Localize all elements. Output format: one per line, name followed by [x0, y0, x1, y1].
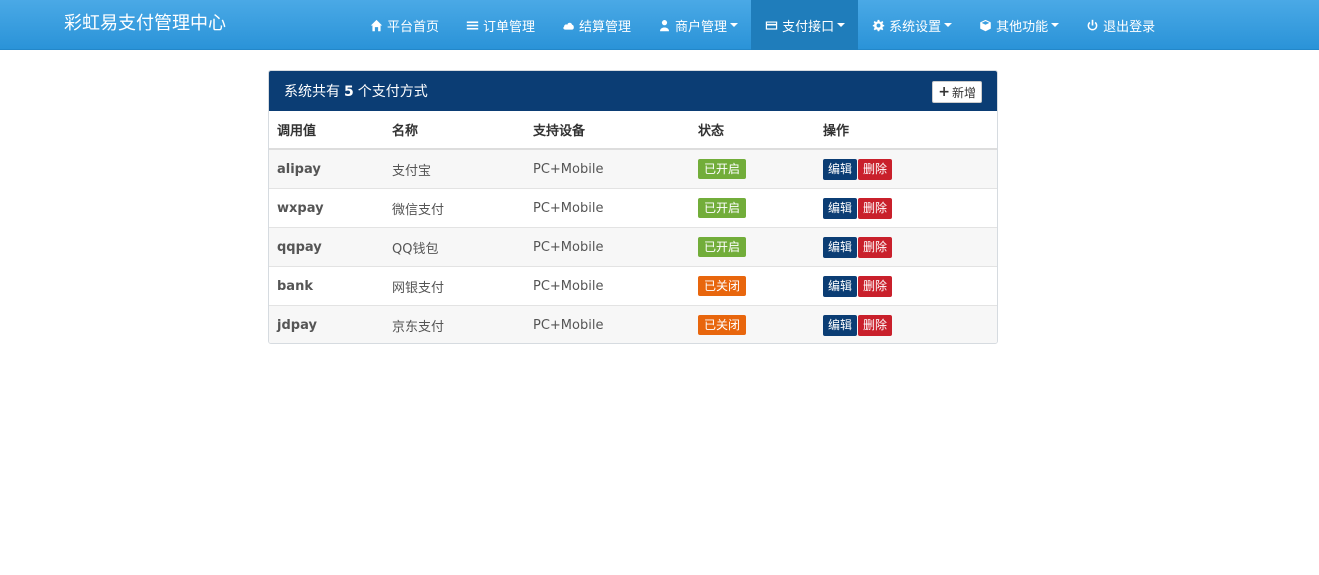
cell-actions: 编辑 删除 — [815, 148, 997, 189]
add-button-label: 新增 — [951, 85, 976, 100]
home-icon — [369, 18, 383, 32]
delete-button[interactable]: 删除 — [858, 275, 893, 297]
chevron-down-icon — [837, 23, 846, 27]
cell-status: 已开启 — [690, 148, 815, 189]
edit-button[interactable]: 编辑 — [823, 197, 858, 219]
add-payment-method-button[interactable]: + 新增 — [932, 81, 982, 103]
cell-actions: 编辑 删除 — [815, 305, 997, 343]
status-badge: 已开启 — [698, 159, 747, 179]
credit-card-icon — [764, 18, 778, 32]
cell-code: alipay — [269, 148, 384, 189]
panel-header: 系统共有 5 个支付方式 + 新增 — [269, 71, 997, 111]
title-prefix: 系统共有 — [284, 84, 340, 100]
power-icon — [1085, 18, 1099, 32]
nav-label: 结算管理 — [579, 19, 632, 35]
cell-actions: 编辑 删除 — [815, 227, 997, 267]
cell-status: 已关闭 — [690, 266, 815, 306]
cell-status: 已开启 — [690, 227, 815, 267]
nav-label: 其他功能 — [996, 19, 1049, 35]
edit-button[interactable]: 编辑 — [823, 275, 858, 297]
edit-button[interactable]: 编辑 — [823, 158, 858, 180]
nav-label: 商户管理 — [675, 19, 728, 35]
nav-item-settlement[interactable]: 结算管理 — [548, 0, 644, 50]
nav-label: 系统设置 — [889, 19, 942, 35]
payment-methods-table: 调用值 名称 支持设备 状态 操作 alipay 支付宝 PC+Mobile 已… — [269, 111, 997, 343]
delete-button[interactable]: 删除 — [858, 236, 893, 258]
cell-code: qqpay — [269, 227, 384, 267]
panel-title: 系统共有 5 个支付方式 — [284, 81, 428, 101]
nav-item-home[interactable]: 平台首页 — [356, 0, 452, 50]
column-header-code: 调用值 — [269, 111, 384, 150]
plus-icon: + — [938, 84, 950, 100]
cell-device: PC+Mobile — [525, 305, 690, 343]
table-row: wxpay 微信支付 PC+Mobile 已开启 编辑 删除 — [269, 188, 997, 228]
nav-item-system-settings[interactable]: 系统设置 — [858, 0, 965, 50]
cell-status: 已开启 — [690, 188, 815, 228]
cell-name: 微信支付 — [384, 188, 525, 228]
cell-status: 已关闭 — [690, 305, 815, 343]
table-row: bank 网银支付 PC+Mobile 已关闭 编辑 删除 — [269, 266, 997, 306]
cell-name: 京东支付 — [384, 305, 525, 343]
table-row: jdpay 京东支付 PC+Mobile 已关闭 编辑 删除 — [269, 305, 997, 343]
column-header-name: 名称 — [384, 111, 525, 150]
cell-name: 网银支付 — [384, 266, 525, 306]
cell-code: bank — [269, 266, 384, 306]
cell-code: jdpay — [269, 305, 384, 343]
nav-label: 退出登录 — [1103, 19, 1156, 35]
nav-item-other-functions[interactable]: 其他功能 — [965, 0, 1072, 50]
delete-button[interactable]: 删除 — [858, 314, 893, 336]
delete-button[interactable]: 删除 — [858, 158, 893, 180]
edit-button[interactable]: 编辑 — [823, 236, 858, 258]
nav-item-logout[interactable]: 退出登录 — [1072, 0, 1168, 50]
cell-actions: 编辑 删除 — [815, 266, 997, 306]
brand-title[interactable]: 彩虹易支付管理中心 — [64, 12, 226, 36]
cell-actions: 编辑 删除 — [815, 188, 997, 228]
user-icon — [657, 18, 671, 32]
table-row: alipay 支付宝 PC+Mobile 已开启 编辑 删除 — [269, 148, 997, 189]
cell-device: PC+Mobile — [525, 227, 690, 267]
main-nav: 平台首页 订单管理 结算管理 商户管理 支付接口 系统设置 其他功能 退出登录 — [356, 0, 1168, 50]
column-header-actions: 操作 — [815, 111, 997, 150]
list-icon — [465, 18, 479, 32]
chevron-down-icon — [944, 23, 953, 27]
delete-button[interactable]: 删除 — [858, 197, 893, 219]
cell-name: QQ钱包 — [384, 227, 525, 267]
nav-label: 支付接口 — [782, 19, 835, 35]
chevron-down-icon — [1051, 23, 1060, 27]
nav-label: 订单管理 — [483, 19, 536, 35]
column-header-device: 支持设备 — [525, 111, 690, 150]
table-header-row: 调用值 名称 支持设备 状态 操作 — [269, 111, 997, 150]
nav-item-payment-interface[interactable]: 支付接口 — [751, 0, 859, 50]
nav-item-merchants[interactable]: 商户管理 — [644, 0, 751, 50]
chevron-down-icon — [730, 23, 739, 27]
nav-label: 平台首页 — [387, 19, 440, 35]
edit-button[interactable]: 编辑 — [823, 314, 858, 336]
cell-name: 支付宝 — [384, 148, 525, 189]
payment-method-count: 5 — [344, 84, 354, 100]
gear-icon — [871, 18, 885, 32]
cell-device: PC+Mobile — [525, 148, 690, 189]
top-navbar: 彩虹易支付管理中心 平台首页 订单管理 结算管理 商户管理 支付接口 系统设置 — [0, 0, 1319, 50]
status-badge: 已开启 — [698, 237, 747, 257]
cube-icon — [978, 18, 992, 32]
column-header-status: 状态 — [690, 111, 815, 150]
table-row: qqpay QQ钱包 PC+Mobile 已开启 编辑 删除 — [269, 227, 997, 267]
nav-item-orders[interactable]: 订单管理 — [452, 0, 548, 50]
payment-methods-panel: 系统共有 5 个支付方式 + 新增 调用值 名称 支持设备 状态 操作 alipay… — [268, 70, 998, 344]
status-badge: 已关闭 — [698, 276, 747, 296]
cell-code: wxpay — [269, 188, 384, 228]
status-badge: 已开启 — [698, 198, 747, 218]
status-badge: 已关闭 — [698, 315, 747, 335]
cell-device: PC+Mobile — [525, 266, 690, 306]
cloud-icon — [561, 18, 575, 32]
cell-device: PC+Mobile — [525, 188, 690, 228]
title-suffix: 个支付方式 — [357, 84, 428, 100]
